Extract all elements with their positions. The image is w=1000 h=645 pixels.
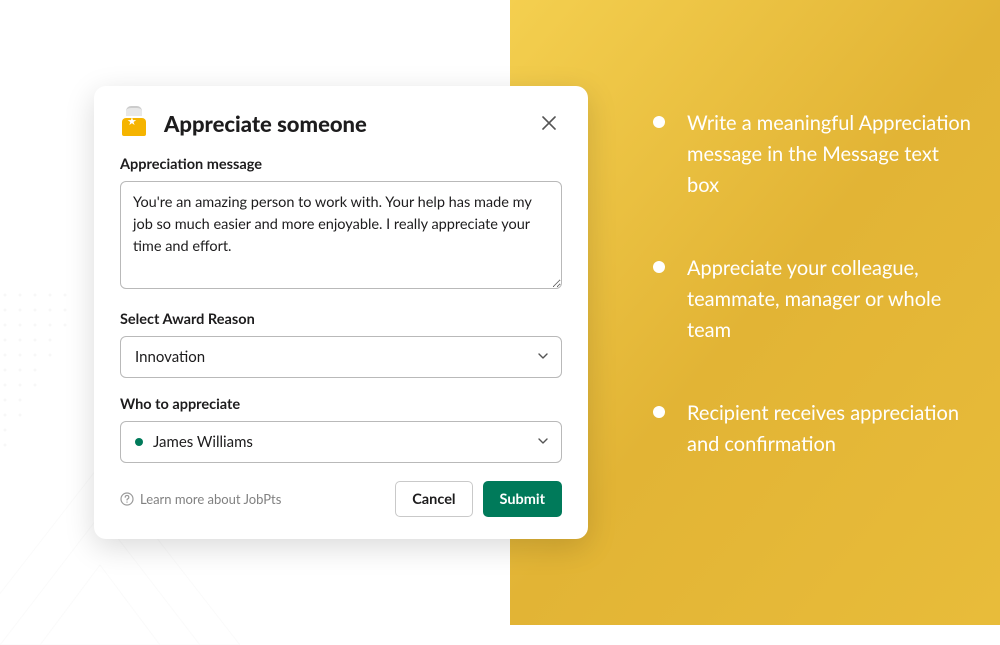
cancel-button[interactable]: Cancel — [395, 481, 472, 517]
bullet-text: Appreciate your colleague, teammate, man… — [687, 253, 973, 346]
modal-title-wrap: ★ Appreciate someone — [120, 108, 367, 138]
feature-bullets: Write a meaningful Appreciation message … — [653, 108, 973, 512]
chevron-down-icon — [537, 433, 549, 451]
jobpts-bot-icon: ★ — [120, 108, 150, 138]
bullet-item: Write a meaningful Appreciation message … — [653, 108, 973, 201]
close-button[interactable] — [536, 110, 562, 136]
recipient-value: James Williams — [153, 433, 253, 451]
learn-more-link[interactable]: Learn more about JobPts — [120, 491, 281, 507]
footer-buttons: Cancel Submit — [395, 481, 562, 517]
submit-label: Submit — [500, 491, 545, 508]
bullet-dot-icon — [653, 116, 665, 128]
bullet-text: Write a meaningful Appreciation message … — [687, 108, 973, 201]
close-icon — [541, 115, 557, 131]
cancel-label: Cancel — [412, 491, 455, 508]
chevron-down-icon — [537, 348, 549, 366]
bullet-item: Recipient receives appreciation and conf… — [653, 398, 973, 460]
modal-header: ★ Appreciate someone — [120, 108, 562, 138]
learn-more-text: Learn more about JobPts — [140, 491, 281, 507]
bullet-dot-icon — [653, 406, 665, 418]
decorative-dots — [0, 290, 70, 490]
modal-title: Appreciate someone — [164, 110, 367, 137]
award-reason-value: Innovation — [135, 348, 205, 366]
message-label: Appreciation message — [120, 156, 562, 173]
bullet-item: Appreciate your colleague, teammate, man… — [653, 253, 973, 346]
bullet-text: Recipient receives appreciation and conf… — [687, 398, 973, 460]
submit-button[interactable]: Submit — [483, 481, 562, 517]
presence-active-icon — [135, 438, 143, 446]
appreciation-message-input[interactable] — [120, 181, 562, 289]
modal-footer: Learn more about JobPts Cancel Submit — [120, 481, 562, 517]
help-icon — [120, 492, 134, 506]
recipient-select[interactable]: James Williams — [120, 421, 562, 463]
award-reason-select[interactable]: Innovation — [120, 336, 562, 378]
recipient-label: Who to appreciate — [120, 396, 562, 413]
appreciate-modal: ★ Appreciate someone Appreciation messag… — [94, 86, 588, 539]
reason-label: Select Award Reason — [120, 311, 562, 328]
bullet-dot-icon — [653, 261, 665, 273]
